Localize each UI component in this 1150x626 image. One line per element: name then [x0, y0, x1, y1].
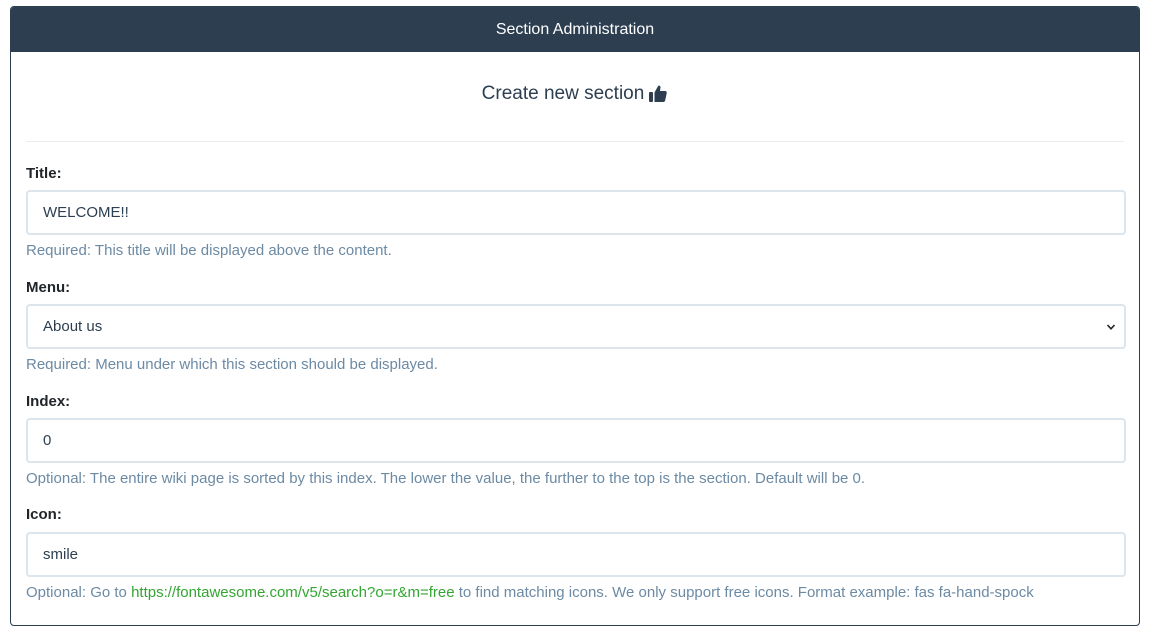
- title-help: Required: This title will be displayed a…: [26, 242, 392, 259]
- index-label: Index:: [26, 393, 71, 410]
- title-label: Title:: [26, 165, 62, 182]
- menu-group: Menu: About us Required: Menu under whic…: [26, 278, 1126, 375]
- icon-group: Icon: Optional: Go to https://fontawesom…: [26, 505, 1126, 603]
- thumbs-up-icon: [649, 85, 668, 102]
- divider: [26, 141, 1124, 142]
- icon-input[interactable]: [26, 532, 1126, 577]
- menu-selected-value: About us: [43, 318, 103, 335]
- chevron-down-icon: [1106, 323, 1116, 330]
- index-group: Index: Optional: The entire wiki page is…: [26, 392, 1126, 489]
- card-header-title: Section Administration: [495, 20, 655, 38]
- index-help: Optional: The entire wiki page is sorted…: [26, 470, 866, 487]
- icon-help: Optional: Go to https://fontawesome.com/…: [26, 583, 1124, 603]
- fontawesome-link[interactable]: https://fontawesome.com/v5/search?o=r&m=…: [131, 584, 455, 601]
- card-header: Section Administration: [11, 7, 1139, 52]
- title-input[interactable]: [26, 190, 1126, 235]
- page-title: Create new section: [26, 52, 1124, 111]
- page-title-text: Create new section: [481, 83, 645, 104]
- icon-label: Icon:: [26, 506, 62, 523]
- menu-select[interactable]: About us: [26, 304, 1126, 349]
- index-input[interactable]: [26, 418, 1126, 463]
- icon-help-prefix: Optional: Go to: [26, 584, 132, 601]
- menu-label: Menu:: [26, 279, 71, 296]
- card-body: Create new section Title: Required: This…: [11, 52, 1139, 603]
- menu-help: Required: Menu under which this section …: [26, 356, 438, 373]
- title-group: Title: Required: This title will be disp…: [26, 164, 1126, 261]
- section-admin-card: Section Administration Create new sectio…: [10, 6, 1140, 626]
- icon-help-suffix: to find matching icons. We only support …: [454, 584, 1034, 601]
